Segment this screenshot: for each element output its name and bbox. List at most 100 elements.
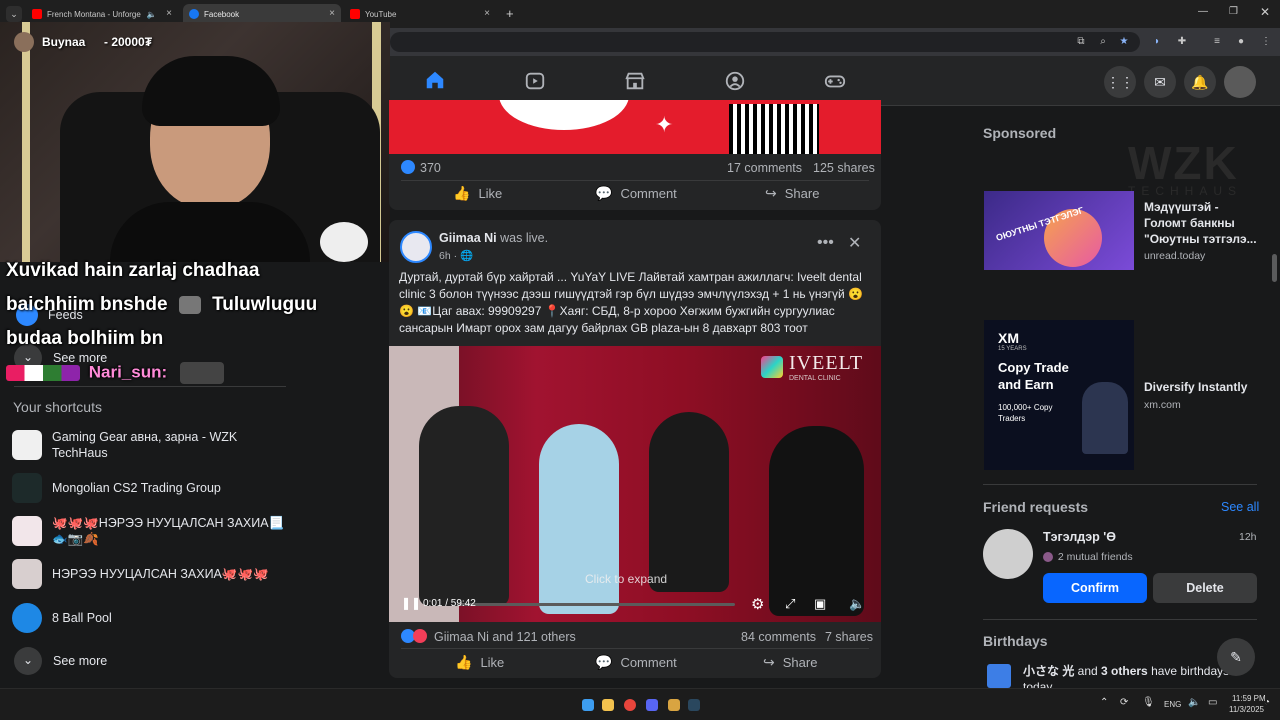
- chat-text: baichhiim bnshde: [6, 294, 168, 315]
- 8-ball-pool-icon: [12, 603, 42, 633]
- brand-name: IVEELT: [789, 352, 864, 374]
- nav-marketplace[interactable]: [590, 56, 680, 106]
- volume-tray-icon[interactable]: 🔈: [1188, 697, 1200, 708]
- minimize-icon[interactable]: —: [1198, 6, 1208, 17]
- share-button[interactable]: ↪ Share: [763, 647, 817, 677]
- see-all-link[interactable]: See all: [1221, 500, 1259, 514]
- shortcut-item[interactable]: 8 Ball Pool: [12, 603, 112, 633]
- tab-list-chevron-icon[interactable]: ⌄: [6, 6, 22, 22]
- extensions-puzzle-icon[interactable]: ✚: [1175, 36, 1189, 47]
- tab-youtube[interactable]: YouTube ×: [344, 4, 496, 24]
- delete-button[interactable]: Delete: [1153, 573, 1257, 603]
- reaction-summary[interactable]: Giimaa Ni and 121 others: [434, 630, 576, 644]
- author-name[interactable]: Giimaa Ni: [439, 231, 497, 245]
- ad-item[interactable]: XM 15 YEARS Copy Trade and Earn 100,000+…: [984, 320, 1264, 470]
- notifications-bell-icon[interactable]: 🔔: [1184, 66, 1216, 98]
- start-icon[interactable]: [582, 699, 594, 711]
- new-tab-button[interactable]: +: [506, 6, 514, 21]
- post-header: Giimaa Ni was live.: [439, 231, 548, 245]
- reaction-count[interactable]: 370: [420, 161, 441, 175]
- post-options-icon[interactable]: •••: [817, 234, 834, 252]
- see-more-bottom-button[interactable]: ⌄ See more: [14, 647, 107, 675]
- close-window-icon[interactable]: ✕: [1260, 5, 1270, 19]
- close-tab-icon[interactable]: ×: [166, 8, 172, 19]
- cast-icon[interactable]: ⧉: [1074, 36, 1088, 47]
- account-avatar[interactable]: [1224, 66, 1256, 98]
- requester-name[interactable]: Тэгэлдэр 'Ө: [1043, 530, 1116, 544]
- ad-item[interactable]: ОЮУТНЫ ТЭТГЭЛЭГ Мэдүүштэй - Голомт банкн…: [984, 191, 1264, 271]
- tab-youtube-music[interactable]: French Montana - Unforge 🔈 ×: [26, 4, 178, 24]
- brand-sub: DENTAL CLINIC: [789, 375, 841, 382]
- shortcut-item[interactable]: Mongolian CS2 Trading Group: [12, 473, 221, 503]
- confirm-button[interactable]: Confirm: [1043, 573, 1147, 603]
- volume-icon[interactable]: 🔈: [849, 596, 865, 612]
- ad-title: Diversify Instantly: [1144, 380, 1248, 394]
- action-label: Like: [478, 185, 503, 201]
- birthday-name[interactable]: 小さな 光: [1023, 664, 1074, 678]
- author-avatar[interactable]: [400, 231, 432, 263]
- page-scrollbar[interactable]: [1272, 254, 1277, 282]
- browser-menu-icon[interactable]: ⋮: [1259, 36, 1273, 47]
- comment-button[interactable]: 💬 Comment: [595, 178, 677, 208]
- shortcut-label: Gaming Gear авна, зарна - WZK TechHaus: [52, 430, 238, 460]
- shares-count[interactable]: 7 shares: [825, 630, 873, 644]
- discord-icon[interactable]: [646, 699, 658, 711]
- mic-icon[interactable]: 🎙: [1142, 697, 1155, 708]
- notification-center-icon[interactable]: ◔: [1264, 697, 1270, 708]
- tab-search-icon[interactable]: ≡: [1210, 36, 1224, 47]
- new-message-button[interactable]: ✎: [1217, 638, 1255, 676]
- requester-avatar[interactable]: [983, 529, 1033, 579]
- globe-icon: 🌐: [460, 250, 474, 262]
- messenger-icon[interactable]: ✉: [1144, 66, 1176, 98]
- nav-gaming[interactable]: [790, 56, 880, 106]
- post-image-banner: ✦: [389, 100, 881, 154]
- video-progress-track[interactable]: [457, 603, 735, 606]
- stream-chat-line: baichhiim bnshde Tuluwluguu: [6, 294, 317, 316]
- bookmark-star-icon[interactable]: ★: [1117, 36, 1131, 47]
- nav-video[interactable]: [490, 56, 580, 106]
- shortcut-item[interactable]: Gaming Gear авна, зарна - WZK TechHaus: [12, 429, 262, 461]
- speaker-icon[interactable]: 🔈: [147, 10, 157, 19]
- comment-button[interactable]: 💬 Comment: [595, 647, 677, 677]
- network-icon[interactable]: ⟳: [1120, 697, 1128, 708]
- like-button[interactable]: 👍 Like: [453, 178, 502, 208]
- app-icon[interactable]: [668, 699, 680, 711]
- clock-date[interactable]: 11/3/2025: [1229, 705, 1264, 714]
- extension-audio-icon[interactable]: ◗: [1150, 36, 1164, 47]
- nav-groups[interactable]: [690, 56, 780, 106]
- shares-count[interactable]: 125 shares: [813, 161, 875, 175]
- maximize-icon[interactable]: ❐: [1229, 6, 1238, 17]
- post-time[interactable]: 6h · 🌐: [439, 249, 473, 262]
- live-video-player[interactable]: IVEELT DENTAL CLINIC Click to expand ❚❚ …: [389, 346, 881, 622]
- nav-home[interactable]: [390, 56, 480, 106]
- steam-icon[interactable]: [688, 699, 700, 711]
- share-button[interactable]: ↪ Share: [765, 178, 819, 208]
- battery-icon[interactable]: ▭: [1208, 697, 1217, 708]
- picture-in-picture-icon[interactable]: ▣: [814, 596, 826, 612]
- profile-avatar-icon[interactable]: ●: [1234, 36, 1248, 47]
- zoom-icon[interactable]: ⌕: [1096, 36, 1110, 47]
- comments-count[interactable]: 17 comments: [727, 161, 802, 175]
- shortcut-item[interactable]: НЭРЭЭ НУУЦАЛСАН ЗАХИА🐙🐙🐙: [12, 559, 269, 589]
- shortcut-item[interactable]: 🐙🐙🐙НЭРЭЭ НУУЦАЛСАН ЗАХИА📃🐟📷🍂: [12, 515, 292, 547]
- shortcuts-title: Your shortcuts: [13, 399, 102, 415]
- expand-icon[interactable]: ⤢: [785, 596, 795, 612]
- menu-grid-icon[interactable]: ⋮⋮: [1104, 66, 1136, 98]
- clock-time[interactable]: 11:59 PM: [1232, 694, 1266, 703]
- file-explorer-icon[interactable]: [602, 699, 614, 711]
- close-post-icon[interactable]: ✕: [848, 233, 861, 253]
- settings-gear-icon[interactable]: ⚙: [751, 595, 764, 613]
- close-tab-icon[interactable]: ×: [329, 8, 335, 19]
- chrome-icon[interactable]: [624, 699, 636, 711]
- like-button[interactable]: 👍 Like: [455, 647, 504, 677]
- pause-icon[interactable]: ❚❚: [401, 596, 421, 610]
- tab-facebook[interactable]: Facebook ×: [183, 4, 341, 24]
- close-tab-icon[interactable]: ×: [484, 8, 490, 19]
- tray-chevron-icon[interactable]: ⌃: [1100, 697, 1108, 708]
- stream-webcam-overlay: Buynaa - 20000₮: [0, 22, 390, 262]
- click-to-expand-label[interactable]: Click to expand: [585, 572, 667, 586]
- birthday-others[interactable]: 3 others: [1101, 664, 1148, 678]
- language-indicator[interactable]: ENG: [1164, 700, 1181, 709]
- url-field[interactable]: [390, 32, 1140, 52]
- comments-count[interactable]: 84 comments: [741, 630, 816, 644]
